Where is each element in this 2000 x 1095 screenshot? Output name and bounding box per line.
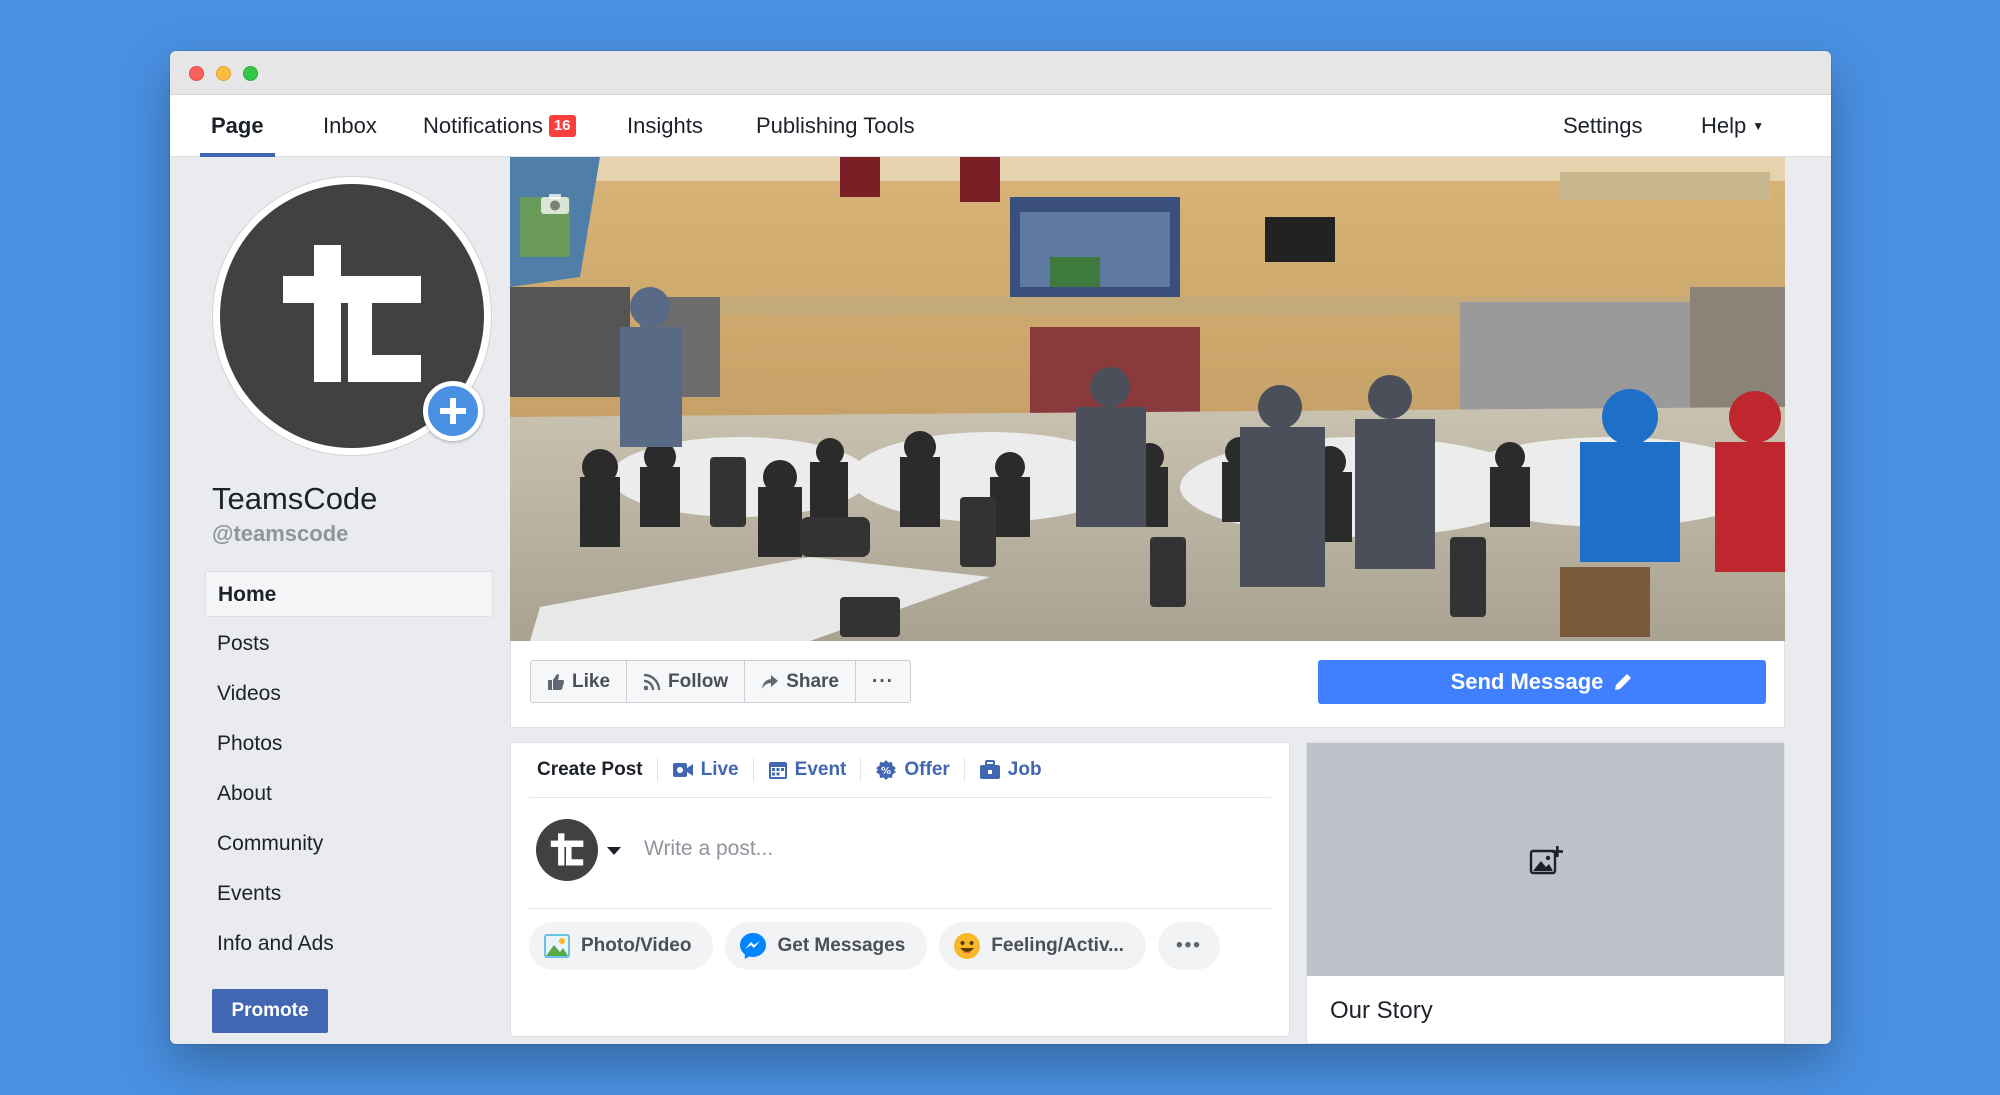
thumbs-up-icon bbox=[548, 673, 564, 690]
photo-video-label: Photo/Video bbox=[581, 935, 692, 956]
page-top-nav: Page Inbox Notifications 16 Insights Publ… bbox=[170, 95, 1831, 157]
tab-help[interactable]: Help ▼ bbox=[1701, 95, 1764, 157]
get-messages-chip[interactable]: Get Messages bbox=[725, 922, 928, 970]
sidebar-item-photos[interactable]: Photos bbox=[205, 721, 493, 767]
write-post-input[interactable]: Write a post... bbox=[644, 837, 773, 861]
sidebar-item-info-and-ads[interactable]: Info and Ads bbox=[205, 921, 493, 967]
action-button-group: Like Follow Share ··· bbox=[530, 660, 911, 703]
more-dots-icon: ··· bbox=[872, 670, 894, 692]
tab-insights[interactable]: Insights bbox=[627, 95, 703, 157]
calendar-icon bbox=[768, 762, 787, 779]
tab-event[interactable]: Event bbox=[754, 758, 862, 782]
page-action-bar: Like Follow Share ··· Send Message bbox=[510, 641, 1785, 728]
cover-photo[interactable] bbox=[510, 157, 1785, 641]
tab-live[interactable]: Live bbox=[658, 758, 754, 782]
close-window-button[interactable] bbox=[189, 66, 204, 81]
svg-text:%: % bbox=[881, 766, 891, 777]
title-bar bbox=[170, 51, 1831, 95]
page-username[interactable]: @teamscode bbox=[212, 521, 348, 547]
our-story-title: Our Story bbox=[1330, 997, 1433, 1024]
tab-publishing-tools[interactable]: Publishing Tools bbox=[756, 95, 915, 157]
share-button[interactable]: Share bbox=[745, 661, 856, 702]
composer-tabs: Create Post Live Event % Offer Job bbox=[529, 743, 1271, 798]
briefcase-icon bbox=[979, 760, 1000, 779]
composer-chips: Photo/Video Get Messages Feeling/Activ..… bbox=[529, 908, 1271, 970]
send-message-label: Send Message bbox=[1450, 669, 1604, 694]
feeling-activity-label: Feeling/Activ... bbox=[991, 935, 1124, 956]
video-camera-icon bbox=[672, 763, 693, 777]
tab-inbox[interactable]: Inbox bbox=[323, 95, 377, 157]
tab-notifications[interactable]: Notifications 16 bbox=[423, 95, 576, 157]
offer-tag-icon: % bbox=[876, 760, 897, 780]
feeling-activity-chip[interactable]: Feeling/Activ... bbox=[939, 922, 1146, 970]
messenger-icon bbox=[740, 933, 767, 959]
teamscode-logo-small bbox=[550, 833, 584, 866]
photo-video-chip[interactable]: Photo/Video bbox=[529, 922, 714, 970]
camera-icon[interactable] bbox=[540, 193, 570, 215]
page-title: TeamsCode bbox=[212, 481, 378, 516]
sidebar-item-community[interactable]: Community bbox=[205, 821, 493, 867]
rss-icon bbox=[643, 673, 661, 690]
photo-icon bbox=[544, 934, 570, 958]
follow-label: Follow bbox=[668, 670, 729, 692]
caret-down-icon: ▼ bbox=[1752, 119, 1765, 133]
chevron-down-icon[interactable] bbox=[607, 847, 621, 855]
sidebar-item-events[interactable]: Events bbox=[205, 871, 493, 917]
tab-offer[interactable]: % Offer bbox=[861, 758, 965, 782]
maximize-window-button[interactable] bbox=[243, 66, 258, 81]
pencil-icon bbox=[1615, 674, 1632, 690]
get-messages-label: Get Messages bbox=[777, 935, 906, 956]
follow-button[interactable]: Follow bbox=[627, 661, 746, 702]
cover-photo-image bbox=[510, 157, 1785, 641]
tab-create-post[interactable]: Create Post bbox=[529, 758, 658, 782]
story-image-placeholder[interactable] bbox=[1307, 743, 1784, 976]
like-button[interactable]: Like bbox=[531, 661, 628, 702]
tab-page[interactable]: Page bbox=[200, 95, 275, 157]
smiley-icon bbox=[954, 933, 981, 959]
plus-icon bbox=[440, 398, 466, 424]
minimize-window-button[interactable] bbox=[216, 66, 231, 81]
sidebar-item-videos[interactable]: Videos bbox=[205, 671, 493, 717]
more-options-chip[interactable]: ••• bbox=[1157, 922, 1220, 970]
create-post-composer: Create Post Live Event % Offer Job Write… bbox=[510, 742, 1290, 1037]
tab-job[interactable]: Job bbox=[965, 758, 1056, 782]
our-story-card[interactable]: Our Story bbox=[1306, 742, 1785, 1044]
add-profile-photo-button[interactable] bbox=[423, 381, 483, 441]
sidebar-item-home[interactable]: Home bbox=[205, 571, 493, 617]
more-actions-button[interactable]: ··· bbox=[856, 661, 910, 702]
promote-button[interactable]: Promote bbox=[212, 989, 328, 1033]
avatar[interactable] bbox=[536, 819, 598, 881]
notifications-badge: 16 bbox=[548, 115, 576, 137]
more-dots-icon: ••• bbox=[1175, 935, 1202, 956]
share-arrow-icon bbox=[762, 674, 779, 689]
left-sidebar-nav: Home Posts Videos Photos About Community… bbox=[205, 571, 493, 971]
like-label: Like bbox=[572, 670, 611, 692]
sidebar-item-about[interactable]: About bbox=[205, 771, 493, 817]
tab-settings[interactable]: Settings bbox=[1563, 95, 1643, 157]
add-photo-icon bbox=[1529, 845, 1563, 874]
share-label: Share bbox=[786, 670, 839, 692]
sidebar-item-posts[interactable]: Posts bbox=[205, 621, 493, 667]
browser-window: Page Inbox Notifications 16 Insights Publ… bbox=[170, 51, 1831, 1044]
send-message-button[interactable]: Send Message bbox=[1318, 660, 1766, 704]
